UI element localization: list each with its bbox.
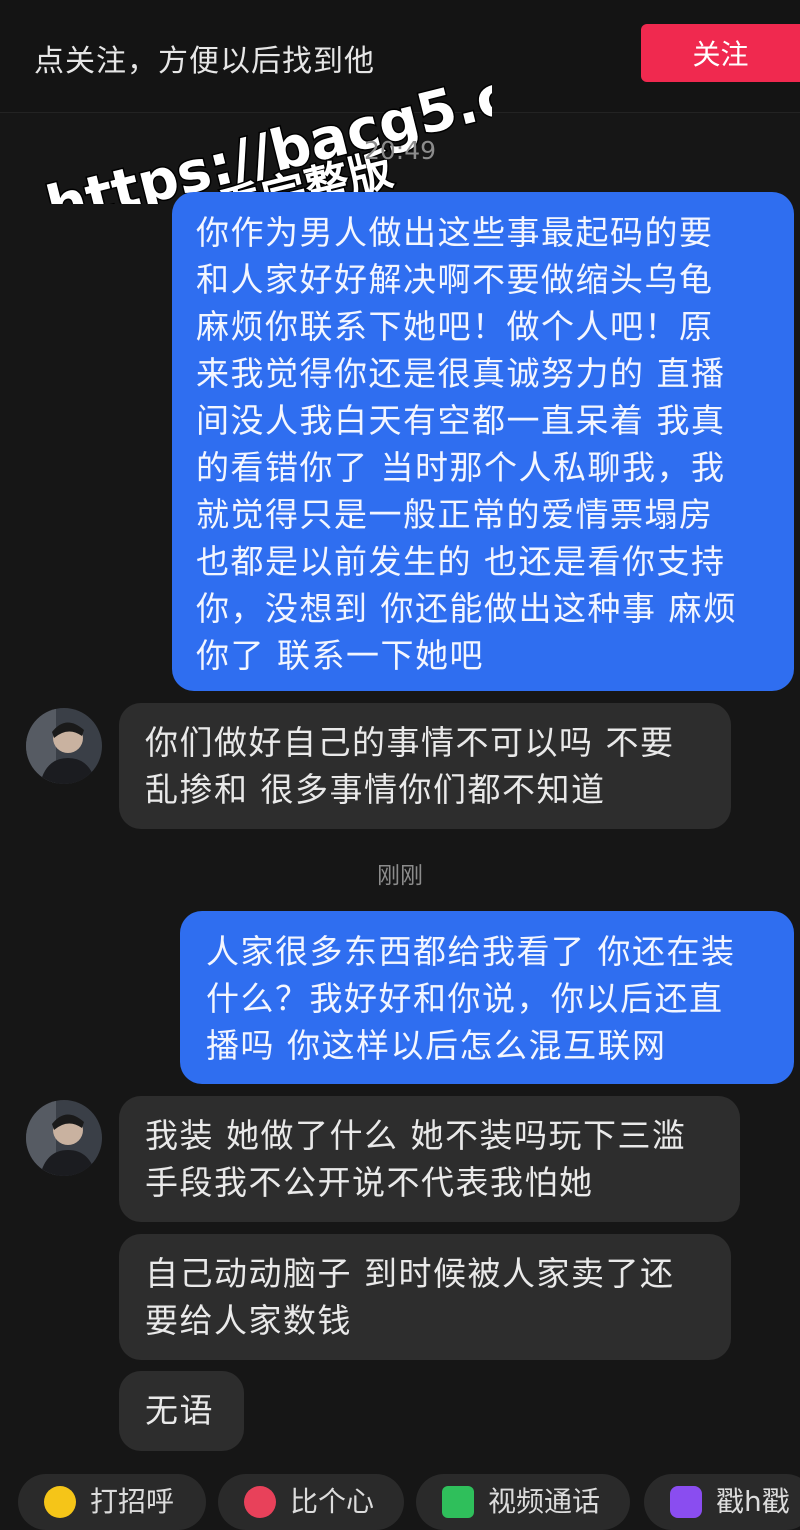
video-call-icon [442, 1486, 474, 1518]
message-timestamp: 刚刚 [377, 863, 423, 889]
quick-reply-poke[interactable]: 戳һ戳 [644, 1474, 800, 1530]
quick-reply-label: 打招呼 [90, 1485, 175, 1518]
incoming-message[interactable]: 自己动动脑子 到时候被人家卖了还 要给人家数钱 [119, 1234, 731, 1360]
incoming-message[interactable]: 我装 她做了什么 她不装吗玩下三滥 手段我不公开说不代表我怕她 [119, 1096, 740, 1222]
follow-prompt: 点关注，方便以后找到他 [34, 44, 375, 79]
poke-icon [670, 1486, 702, 1518]
contact-avatar[interactable] [26, 1100, 102, 1176]
quick-reply-heart[interactable]: 比个心 [218, 1474, 404, 1530]
quick-reply-wave[interactable]: 打招呼 [18, 1474, 206, 1530]
incoming-message[interactable]: 你们做好自己的事情不可以吗 不要 乱掺和 很多事情你们都不知道 [119, 703, 731, 829]
incoming-message[interactable]: 无语 [119, 1371, 244, 1451]
outgoing-message[interactable]: 你作为男人做出这些事最起码的要 和人家好好解决啊不要做缩头乌龟 麻烦你联系下她吧… [172, 192, 794, 691]
quick-reply-label: 比个心 [290, 1485, 375, 1518]
quick-reply-video-call[interactable]: 视频通话 [416, 1474, 630, 1530]
wave-emoji-icon [44, 1486, 76, 1518]
heart-icon [244, 1486, 276, 1518]
avatar-portrait-icon [26, 708, 102, 784]
quick-reply-bar: 打招呼 比个心 视频通话 戳һ戳 [0, 1468, 800, 1530]
follow-button[interactable]: 关注 [641, 24, 800, 82]
avatar-portrait-icon [26, 1100, 102, 1176]
quick-reply-label: 视频通话 [488, 1485, 601, 1518]
message-timestamp: 20:49 [363, 136, 437, 165]
contact-avatar[interactable] [26, 708, 102, 784]
quick-reply-label: 戳һ戳 [716, 1485, 790, 1518]
top-bar: 点关注，方便以后找到他 关注 [0, 0, 800, 113]
outgoing-message[interactable]: 人家很多东西都给我看了 你还在装 什么？我好好和你说，你以后还直 播吗 你这样以… [180, 911, 794, 1084]
